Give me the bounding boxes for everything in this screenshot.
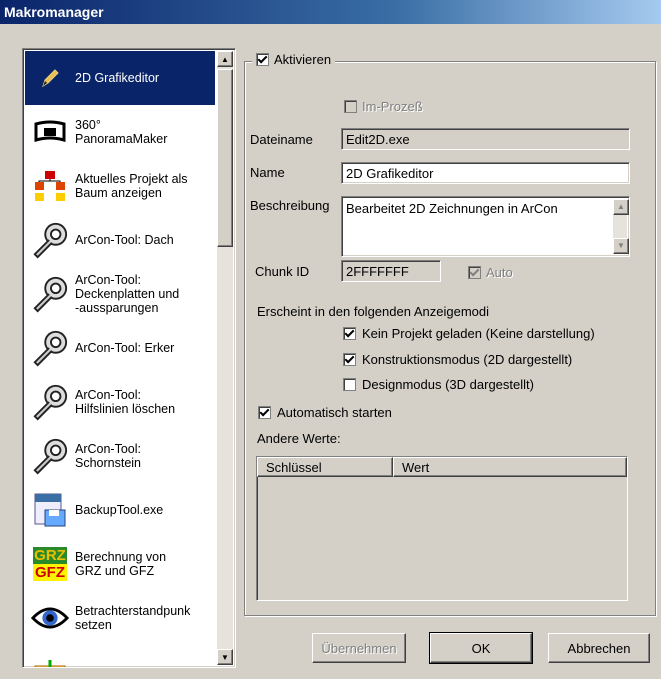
description-text: Bearbeitet 2D Zeichnungen in ArCon	[346, 201, 558, 216]
tree-icon	[31, 167, 69, 205]
list-item[interactable]: ArCon-Tool: Schornstein	[25, 429, 215, 483]
list-item[interactable]: 360° PanoramaMaker	[25, 105, 215, 159]
list-item[interactable]: ArCon-Tool: Erker	[25, 321, 215, 375]
mode-none-label: Kein Projekt geladen (Keine darstellung)	[362, 326, 595, 341]
grz-text: GRZ	[33, 547, 67, 564]
list-item-label: BackupTool.exe	[75, 503, 164, 517]
wrench-icon	[31, 383, 69, 421]
gfz-text: GFZ	[33, 564, 67, 581]
arrow-down-icon: ▼	[221, 652, 229, 662]
description-scrollbar[interactable]: ▲ ▼	[613, 199, 629, 254]
mode-design-row[interactable]: Designmodus (3D dargestellt)	[343, 377, 534, 392]
grz-gfz-icon: GRZ GFZ	[31, 545, 69, 583]
desc-scroll-up: ▲	[613, 199, 629, 215]
list-scrollbar[interactable]: ▲ ▼	[217, 51, 233, 665]
name-input[interactable]: 2D Grafikeditor	[341, 162, 630, 184]
mode-none-checkbox[interactable]	[343, 327, 356, 340]
mode-design-label: Designmodus (3D dargestellt)	[362, 377, 534, 392]
arrow-up-icon: ▲	[617, 202, 625, 211]
autostart-label: Automatisch starten	[277, 405, 392, 420]
backup-icon	[31, 491, 69, 529]
arrow-up-icon: ▲	[221, 54, 229, 64]
other-values-label: Andere Werte:	[257, 431, 341, 446]
wrench-icon	[31, 275, 69, 313]
chunk-id-label: Chunk ID	[255, 264, 310, 279]
list-item-label: Berechnung von GRZ und GFZ	[75, 550, 167, 578]
values-table[interactable]: Schlüssel Wert	[256, 456, 628, 601]
autostart-checkbox[interactable]	[258, 406, 271, 419]
list-item-label: ArCon-Tool: Dach	[75, 233, 174, 247]
list-item-label: DLAD D...	[75, 665, 213, 667]
mode-design-checkbox[interactable]	[343, 378, 356, 391]
list-item[interactable]: ArCon-Tool: Dach	[25, 213, 215, 267]
mode-construct-row[interactable]: Konstruktionsmodus (2D dargestellt)	[343, 352, 572, 367]
auto-row: Auto	[468, 265, 513, 280]
description-textarea[interactable]: Bearbeitet 2D Zeichnungen in ArCon ▲ ▼	[341, 196, 630, 257]
desc-scroll-down: ▼	[613, 238, 629, 254]
filename-label: Dateiname	[250, 132, 313, 147]
scroll-down-button[interactable]: ▼	[217, 649, 233, 665]
eye-icon	[31, 599, 69, 637]
mode-construct-checkbox[interactable]	[343, 353, 356, 366]
modes-label: Erscheint in den folgenden Anzeigemodi	[257, 304, 489, 319]
apply-button[interactable]: Übernehmen	[312, 633, 406, 663]
list-item-label: 360° PanoramaMaker	[75, 118, 168, 146]
list-item-label: ArCon-Tool: Hilfslinien löschen	[75, 388, 176, 416]
macro-list[interactable]: 2D Grafikeditor 360° PanoramaMaker Aktuell…	[22, 48, 236, 668]
auto-checkbox	[468, 266, 481, 279]
download-icon	[31, 653, 69, 667]
list-item[interactable]: BackupTool.exe	[25, 483, 215, 537]
in-process-label: Im-Prozeß	[362, 99, 423, 114]
autostart-row[interactable]: Automatisch starten	[258, 405, 392, 420]
panorama-icon	[31, 113, 69, 151]
arrow-down-icon: ▼	[617, 241, 625, 250]
column-header-key[interactable]: Schlüssel	[257, 457, 393, 477]
filename-field: Edit2D.exe	[341, 128, 630, 150]
wrench-icon	[31, 437, 69, 475]
in-process-checkbox	[344, 100, 357, 113]
list-item[interactable]: ArCon-Tool: Hilfslinien löschen	[25, 375, 215, 429]
column-header-value[interactable]: Wert	[393, 457, 627, 477]
list-item[interactable]: Betrachterstandpunk setzen	[25, 591, 215, 645]
macro-list-items: 2D Grafikeditor 360° PanoramaMaker Aktuell…	[25, 51, 215, 667]
list-item-label: Aktuelles Projekt als Baum anzeigen	[75, 172, 188, 200]
list-item[interactable]: ArCon-Tool: Deckenplatten und -aussparun…	[25, 267, 215, 321]
auto-label: Auto	[486, 265, 513, 280]
list-item[interactable]: GRZ GFZ Berechnung von GRZ und GFZ	[25, 537, 215, 591]
activate-checkbox[interactable]	[256, 53, 269, 66]
cancel-button[interactable]: Abbrechen	[548, 633, 650, 663]
activate-label: Aktivieren	[274, 52, 332, 67]
mode-none-row[interactable]: Kein Projekt geladen (Keine darstellung)	[343, 326, 595, 341]
scroll-thumb[interactable]	[217, 69, 233, 247]
list-item[interactable]: Aktuelles Projekt als Baum anzeigen	[25, 159, 215, 213]
mode-construct-label: Konstruktionsmodus (2D dargestellt)	[362, 352, 573, 367]
window-title: Makromanager	[4, 4, 104, 20]
list-item-label: 2D Grafikeditor	[75, 71, 160, 85]
list-item-label: ArCon-Tool: Schornstein	[75, 442, 142, 470]
scroll-up-button[interactable]: ▲	[217, 51, 233, 67]
wrench-icon	[31, 221, 69, 259]
title-bar: Makromanager	[0, 0, 661, 24]
description-label: Beschreibung	[250, 198, 330, 213]
activate-checkbox-row[interactable]: Aktivieren	[252, 52, 336, 67]
pencil-icon	[31, 59, 69, 97]
list-item-label: ArCon-Tool: Erker	[75, 341, 175, 355]
wrench-icon	[31, 329, 69, 367]
list-item[interactable]: DLAD D...	[25, 645, 215, 667]
chunk-id-field: 2FFFFFFF	[341, 260, 441, 282]
name-label: Name	[250, 165, 285, 180]
list-item-label: ArCon-Tool: Deckenplatten und -aussparun…	[75, 273, 180, 315]
list-item-label: Betrachterstandpunk setzen	[75, 604, 191, 632]
ok-button[interactable]: OK	[429, 632, 533, 664]
in-process-row: Im-Prozeß	[344, 99, 423, 114]
list-item[interactable]: 2D Grafikeditor	[25, 51, 215, 105]
